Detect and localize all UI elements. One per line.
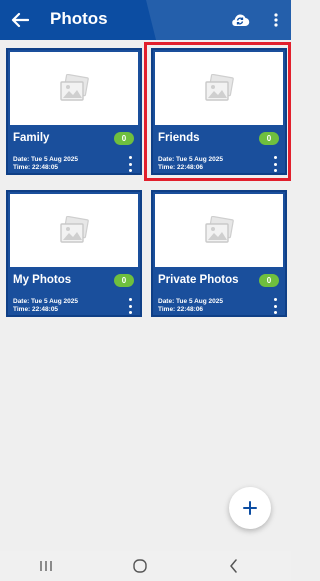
- more-vert-icon: [273, 298, 277, 301]
- page-title: Photos: [50, 9, 108, 28]
- image-placeholder-icon: [60, 73, 89, 101]
- album-name: My Photos: [13, 274, 72, 286]
- home-icon: [133, 559, 147, 573]
- album-time: Time: 22:48:06: [158, 306, 204, 313]
- cloud-sync-icon: [232, 14, 250, 27]
- cloud-sync-button[interactable]: [229, 9, 251, 31]
- album-card[interactable]: Family 0 Date: Tue 5 Aug 2025 Time: 22:4…: [6, 48, 142, 175]
- back-button[interactable]: [8, 8, 32, 32]
- image-placeholder-icon: [205, 215, 234, 243]
- album-thumbnail[interactable]: [155, 194, 283, 267]
- home-button[interactable]: [130, 558, 150, 574]
- album-name: Family: [13, 132, 50, 144]
- more-vert-icon: [274, 13, 278, 27]
- plus-icon: [243, 501, 257, 515]
- system-nav-bar: [0, 551, 291, 581]
- more-vert-icon: [273, 311, 277, 314]
- album-date: Date: Tue 5 Aug 2025: [13, 156, 79, 163]
- album-name: Private Photos: [158, 274, 239, 286]
- album-time: Time: 22:48:05: [13, 306, 59, 313]
- more-vert-icon: [128, 169, 132, 172]
- overflow-menu-button[interactable]: [266, 10, 286, 30]
- album-time: Time: 22:48:05: [13, 164, 59, 171]
- album-more-button[interactable]: [126, 156, 134, 172]
- more-vert-icon: [273, 304, 277, 308]
- album-card[interactable]: My Photos 0 Date: Tue 5 Aug 2025 Time: 2…: [6, 190, 142, 317]
- photo-count-badge: 0: [114, 274, 134, 287]
- album-date: Date: Tue 5 Aug 2025: [158, 298, 224, 305]
- album-card[interactable]: Private Photos 0 Date: Tue 5 Aug 2025 Ti…: [151, 190, 287, 317]
- more-vert-icon: [128, 311, 132, 314]
- more-vert-icon: [128, 162, 132, 166]
- arrow-left-icon: [11, 12, 29, 28]
- add-album-button[interactable]: [229, 487, 271, 529]
- recent-apps-button[interactable]: [36, 558, 56, 574]
- selection-highlight: [144, 42, 291, 181]
- more-vert-icon: [128, 156, 132, 159]
- more-vert-icon: [128, 298, 132, 301]
- nav-back-button[interactable]: [224, 558, 244, 574]
- album-date: Date: Tue 5 Aug 2025: [13, 298, 79, 305]
- photo-count-badge: 0: [114, 132, 134, 145]
- album-more-button[interactable]: [126, 298, 134, 314]
- recent-apps-icon: [40, 561, 52, 571]
- album-thumbnail[interactable]: [10, 194, 138, 267]
- album-more-button[interactable]: [271, 298, 279, 314]
- image-placeholder-icon: [60, 215, 89, 243]
- app-bar: Photos: [0, 0, 291, 40]
- more-vert-icon: [128, 304, 132, 308]
- album-thumbnail[interactable]: [10, 52, 138, 125]
- chevron-left-icon: [230, 559, 237, 573]
- photo-count-badge: 0: [259, 274, 279, 287]
